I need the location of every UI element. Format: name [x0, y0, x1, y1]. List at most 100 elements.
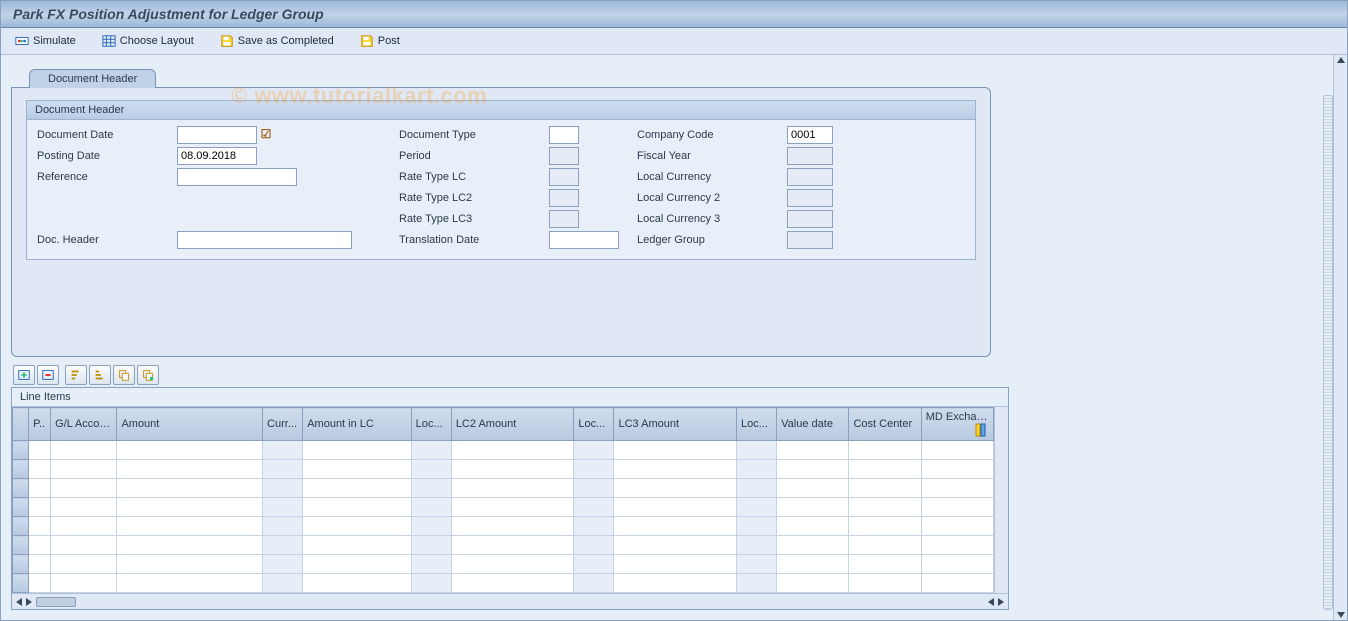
sort-asc-button[interactable]	[65, 365, 87, 385]
col-gl-account[interactable]: G/L Account	[51, 408, 117, 441]
col-cost-center[interactable]: Cost Center	[849, 408, 921, 441]
grid-cell[interactable]	[451, 498, 574, 517]
grid-cell[interactable]	[411, 441, 451, 460]
grid-vertical-scrollbar[interactable]	[994, 407, 1008, 593]
grid-cell[interactable]	[117, 555, 263, 574]
scroll-right-icon[interactable]	[26, 598, 32, 606]
grid-cell[interactable]	[411, 479, 451, 498]
grid-cell[interactable]	[51, 498, 117, 517]
grid-cell[interactable]	[614, 441, 737, 460]
row-selector[interactable]	[13, 441, 29, 460]
scroll-right-end-icon[interactable]	[998, 598, 1004, 606]
grid-cell[interactable]	[263, 574, 303, 593]
config-column-icon[interactable]	[975, 423, 989, 437]
grid-cell[interactable]	[29, 555, 51, 574]
grid-cell[interactable]	[921, 441, 993, 460]
grid-cell[interactable]	[51, 479, 117, 498]
f4-help-icon[interactable]: ☑	[259, 128, 273, 142]
grid-cell[interactable]	[51, 574, 117, 593]
grid-cell[interactable]	[614, 574, 737, 593]
grid-cell[interactable]	[921, 479, 993, 498]
grid-cell[interactable]	[451, 536, 574, 555]
col-value-date[interactable]: Value date	[777, 408, 849, 441]
grid-cell[interactable]	[737, 498, 777, 517]
grid-cell[interactable]	[921, 574, 993, 593]
save-as-completed-button[interactable]: Save as Completed	[216, 32, 338, 50]
grid-cell[interactable]	[614, 460, 737, 479]
col-lc3-amount[interactable]: LC3 Amount	[614, 408, 737, 441]
copy-button[interactable]	[113, 365, 135, 385]
row-selector[interactable]	[13, 517, 29, 536]
grid-cell[interactable]	[921, 536, 993, 555]
col-loc2[interactable]: Loc...	[574, 408, 614, 441]
grid-cell[interactable]	[411, 460, 451, 479]
grid-cell[interactable]	[574, 555, 614, 574]
input-posting-date[interactable]	[177, 147, 257, 165]
grid-cell[interactable]	[574, 536, 614, 555]
col-loc1[interactable]: Loc...	[411, 408, 451, 441]
grid-cell[interactable]	[51, 460, 117, 479]
grid-cell[interactable]	[777, 536, 849, 555]
input-doc-header[interactable]	[177, 231, 352, 249]
grid-cell[interactable]	[51, 536, 117, 555]
grid-cell[interactable]	[411, 574, 451, 593]
grid-cell[interactable]	[614, 498, 737, 517]
duplicate-button[interactable]	[137, 365, 159, 385]
row-selector[interactable]	[13, 479, 29, 498]
grid-cell[interactable]	[737, 555, 777, 574]
grid-cell[interactable]	[29, 498, 51, 517]
outer-vertical-scrollbar[interactable]	[1333, 55, 1347, 620]
outer-vertical-scrollbar-track[interactable]	[1323, 95, 1333, 610]
grid-cell[interactable]	[574, 498, 614, 517]
input-document-date[interactable]	[177, 126, 257, 144]
input-company-code[interactable]	[787, 126, 833, 144]
col-amount-lc[interactable]: Amount in LC	[303, 408, 411, 441]
grid-cell[interactable]	[849, 479, 921, 498]
grid-cell[interactable]	[737, 517, 777, 536]
grid-cell[interactable]	[303, 555, 411, 574]
grid-cell[interactable]	[117, 460, 263, 479]
grid-cell[interactable]	[451, 517, 574, 536]
grid-cell[interactable]	[737, 460, 777, 479]
grid-cell[interactable]	[737, 479, 777, 498]
grid-cell[interactable]	[29, 441, 51, 460]
grid-cell[interactable]	[411, 498, 451, 517]
grid-cell[interactable]	[849, 574, 921, 593]
grid-cell[interactable]	[614, 536, 737, 555]
grid-cell[interactable]	[574, 574, 614, 593]
grid-cell[interactable]	[849, 460, 921, 479]
row-selector[interactable]	[13, 574, 29, 593]
grid-cell[interactable]	[303, 498, 411, 517]
grid-cell[interactable]	[29, 536, 51, 555]
grid-cell[interactable]	[574, 479, 614, 498]
grid-cell[interactable]	[737, 441, 777, 460]
col-lc2-amount[interactable]: LC2 Amount	[451, 408, 574, 441]
input-document-type[interactable]	[549, 126, 579, 144]
col-curr[interactable]: Curr...	[263, 408, 303, 441]
grid-cell[interactable]	[117, 574, 263, 593]
tab-document-header[interactable]: Document Header	[29, 69, 156, 88]
grid-cell[interactable]	[921, 555, 993, 574]
grid-cell[interactable]	[921, 460, 993, 479]
grid-cell[interactable]	[777, 498, 849, 517]
grid-cell[interactable]	[51, 517, 117, 536]
row-selector[interactable]	[13, 536, 29, 555]
scroll-down-icon[interactable]	[1337, 612, 1345, 618]
grid-cell[interactable]	[451, 441, 574, 460]
grid-cell[interactable]	[263, 536, 303, 555]
grid-cell[interactable]	[849, 536, 921, 555]
grid-cell[interactable]	[117, 441, 263, 460]
grid-cell[interactable]	[29, 460, 51, 479]
grid-cell[interactable]	[117, 517, 263, 536]
row-selector-header[interactable]	[13, 408, 29, 441]
grid-cell[interactable]	[263, 460, 303, 479]
grid-cell[interactable]	[303, 460, 411, 479]
grid-cell[interactable]	[614, 517, 737, 536]
col-amount[interactable]: Amount	[117, 408, 263, 441]
grid-cell[interactable]	[51, 441, 117, 460]
grid-cell[interactable]	[777, 460, 849, 479]
grid-cell[interactable]	[303, 574, 411, 593]
grid-cell[interactable]	[849, 498, 921, 517]
grid-cell[interactable]	[777, 479, 849, 498]
grid-cell[interactable]	[117, 536, 263, 555]
